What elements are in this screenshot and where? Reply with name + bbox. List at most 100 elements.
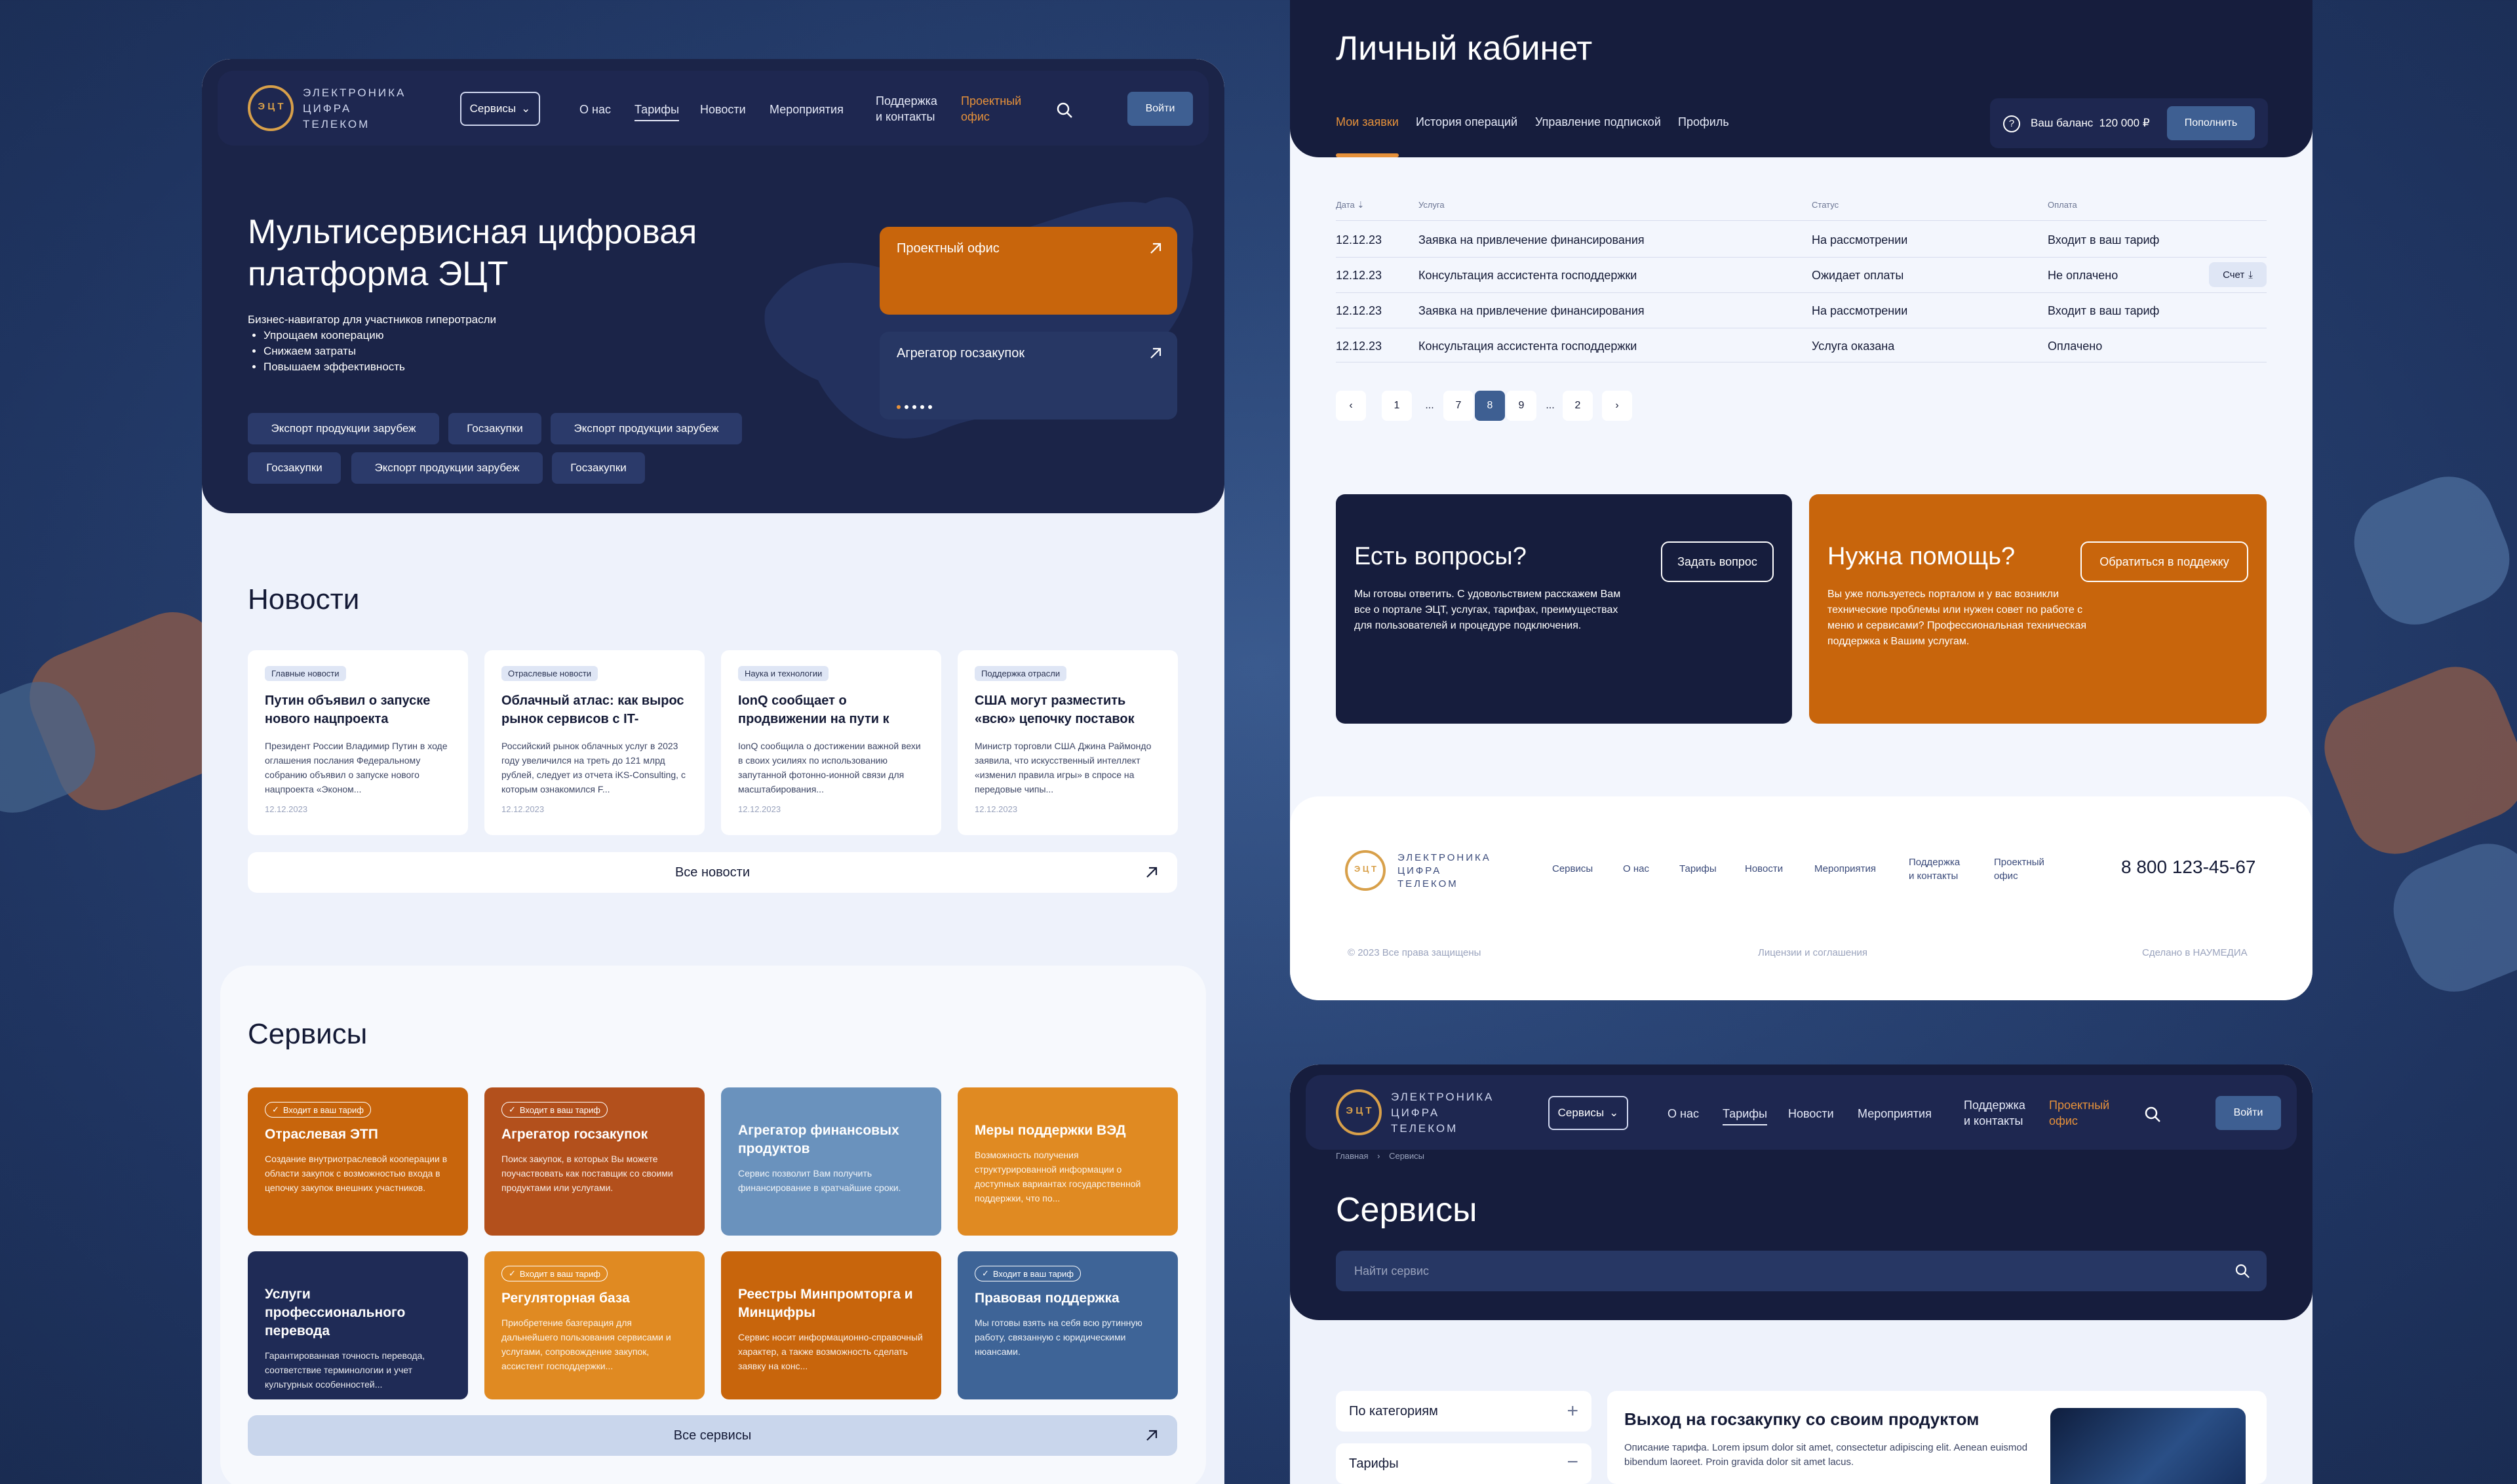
service-title: Услуги профессионального перевода [265,1287,406,1338]
nav-about[interactable]: О нас [1668,1106,1699,1122]
login-button[interactable]: Войти [2215,1096,2281,1130]
service-card[interactable]: Меры поддержки ВЭД Возможность получения… [958,1087,1178,1236]
carousel-dot[interactable] [905,405,908,409]
service-card[interactable]: Агрегатор финансовых продуктов Сервис по… [721,1087,941,1236]
topup-button[interactable]: Пополнить [2167,106,2255,140]
tab-history[interactable]: История операций [1416,115,1517,129]
footer-link-services[interactable]: Сервисы [1552,862,1593,876]
cell-status: Услуга оказана [1812,340,1895,353]
hero-title: Мультисервисная цифровая платформа ЭЦТ [248,211,697,295]
invoice-download-button[interactable]: Счет ⤓ [2209,262,2267,287]
chip-procurement[interactable]: Госзакупки [448,413,541,444]
breadcrumb-home[interactable]: Главная [1336,1151,1368,1161]
page-button[interactable]: 9 [1506,391,1536,421]
footer-link-office[interactable]: Проектный офис [1994,855,2044,883]
carousel-dot[interactable] [912,405,916,409]
carousel-dot[interactable] [920,405,924,409]
help-icon[interactable]: ? [2003,115,2020,132]
breadcrumb: Главная › Сервисы [1336,1151,1424,1161]
nav-line: Проектный [2049,1099,2110,1112]
page-button[interactable]: 1 [1382,391,1412,421]
nav-news[interactable]: Новости [1788,1106,1834,1122]
footer-phone[interactable]: 8 800 123-45-67 [2121,857,2256,878]
tariff-badge: ✓ Входит в ваш тариф [975,1266,1081,1281]
nav-project-office[interactable]: Проектный офис [2049,1097,2109,1129]
login-button[interactable]: Войти [1127,92,1193,126]
nav-project-office[interactable]: Проектный офис [961,93,1021,125]
ask-question-button[interactable]: Задать вопрос [1661,541,1774,582]
logo-icon[interactable]: Э Ц Т [1336,1089,1382,1135]
cell-service[interactable]: Консультация ассистента господдержки [1418,269,1637,283]
news-card[interactable]: Поддержка отрасли США могут разместить «… [958,650,1178,835]
filter-categories[interactable]: По категориям + [1336,1391,1591,1432]
footer-link-news[interactable]: Новости [1745,862,1783,876]
search-icon[interactable] [2234,1262,2251,1279]
chip-export[interactable]: Экспорт продукции зарубеж [351,452,543,484]
services-title: Сервисы [248,1018,368,1050]
chip-procurement[interactable]: Госзакупки [248,452,341,484]
cell-service[interactable]: Заявка на привлечение финансирования [1418,304,1645,318]
nav-tariffs[interactable]: Тарифы [634,102,680,121]
minus-icon: − [1567,1451,1578,1473]
nav-news[interactable]: Новости [700,102,746,117]
hero-title-line: платформа ЭЦТ [248,255,509,293]
cell-date: 12.12.23 [1336,304,1382,317]
tariff-promo-card[interactable]: Выход на госзакупку со своим продуктом О… [1607,1391,2267,1484]
search-icon[interactable] [1055,101,1074,119]
news-card-title: IonQ сообщает о продвижении на пути к се… [738,693,889,726]
contact-support-button[interactable]: Обратиться в поддежку [2080,541,2248,582]
service-card[interactable]: ✓ Входит в ваш тариф Отраслевая ЭТП Созда… [248,1087,468,1236]
footer-link-support[interactable]: Поддержка и контакты [1909,855,1960,883]
balance-text: Ваш баланс 120 000 ₽ [2031,117,2150,130]
service-card[interactable]: ✓ Входит в ваш тариф Агрегатор госзакупок… [484,1087,705,1236]
chip-procurement[interactable]: Госзакупки [552,452,645,484]
footer-link-tariffs[interactable]: Тарифы [1679,862,1717,876]
next-page-button[interactable]: › [1602,391,1632,421]
carousel-dot[interactable] [928,405,932,409]
logo-icon[interactable]: Э Ц Т [248,85,294,131]
news-card[interactable]: Отраслевые новости Облачный атлас: как в… [484,650,705,835]
search-icon[interactable] [2143,1105,2162,1123]
filter-tariffs[interactable]: Тарифы − [1336,1443,1591,1484]
service-card[interactable]: Реестры Минпромторга и Минцифры Сервис н… [721,1251,941,1399]
tab-profile[interactable]: Профиль [1678,115,1729,129]
page-button-active[interactable]: 8 [1475,391,1505,421]
page-button[interactable]: 2 [1563,391,1593,421]
service-card[interactable]: ✓ Входит в ваш тариф Правовая поддержка М… [958,1251,1178,1399]
service-card[interactable]: Услуги профессионального перевода Гарант… [248,1251,468,1399]
chip-export[interactable]: Экспорт продукции зарубеж [551,413,742,444]
procurement-aggregator-card[interactable]: Агрегатор госзакупок [880,332,1177,420]
col-date[interactable]: Дата ⇣ [1336,200,1364,210]
logo-icon[interactable]: Э Ц Т [1345,850,1386,891]
carousel-dot[interactable] [897,405,901,409]
nav-support[interactable]: Поддержка и контакты [1964,1097,2025,1129]
nav-about[interactable]: О нас [579,102,611,117]
page-button[interactable]: 7 [1443,391,1473,421]
services-dropdown[interactable]: Сервисы ⌄ [1548,1096,1628,1130]
all-services-button[interactable]: Все сервисы [248,1415,1177,1456]
logo-text: Электроника цифра телеком [303,85,406,132]
all-news-button[interactable]: Все новости [248,852,1177,893]
footer-link-events[interactable]: Мероприятия [1814,862,1876,876]
cell-service[interactable]: Консультация ассистента господдержки [1418,340,1637,353]
prev-page-button[interactable]: ‹ [1336,391,1366,421]
nav-support[interactable]: Поддержка и контакты [876,93,937,125]
service-card[interactable]: ✓ Входит в ваш тариф Регуляторная база Пр… [484,1251,705,1399]
services-dropdown[interactable]: Сервисы ⌄ [460,92,540,126]
license-link[interactable]: Лицензии и соглашения [1758,947,1867,958]
service-search-input[interactable]: Найти сервис [1336,1251,2267,1291]
tab-subscription[interactable]: Управление подпиской [1535,115,1661,129]
tab-my-requests[interactable]: Мои заявки [1336,115,1399,129]
news-card[interactable]: Наука и технологии IonQ сообщает о продв… [721,650,941,835]
made-by-link[interactable]: Сделано в НАУМЕДИА [2142,947,2248,958]
service-desc: Мы готовы взять на себя всю рутинную раб… [975,1318,1142,1357]
nav-events[interactable]: Мероприятия [1858,1106,1932,1122]
project-office-card[interactable]: Проектный офис [880,227,1177,315]
nav-events[interactable]: Мероприятия [770,102,844,117]
cell-service[interactable]: Заявка на привлечение финансирования [1418,233,1645,247]
chip-export[interactable]: Экспорт продукции зарубеж [248,413,439,444]
carousel-dots[interactable] [897,405,932,409]
footer-link-about[interactable]: О нас [1623,862,1649,876]
news-card[interactable]: Главные новости Путин объявил о запуске … [248,650,468,835]
nav-tariffs[interactable]: Тарифы [1723,1106,1768,1125]
